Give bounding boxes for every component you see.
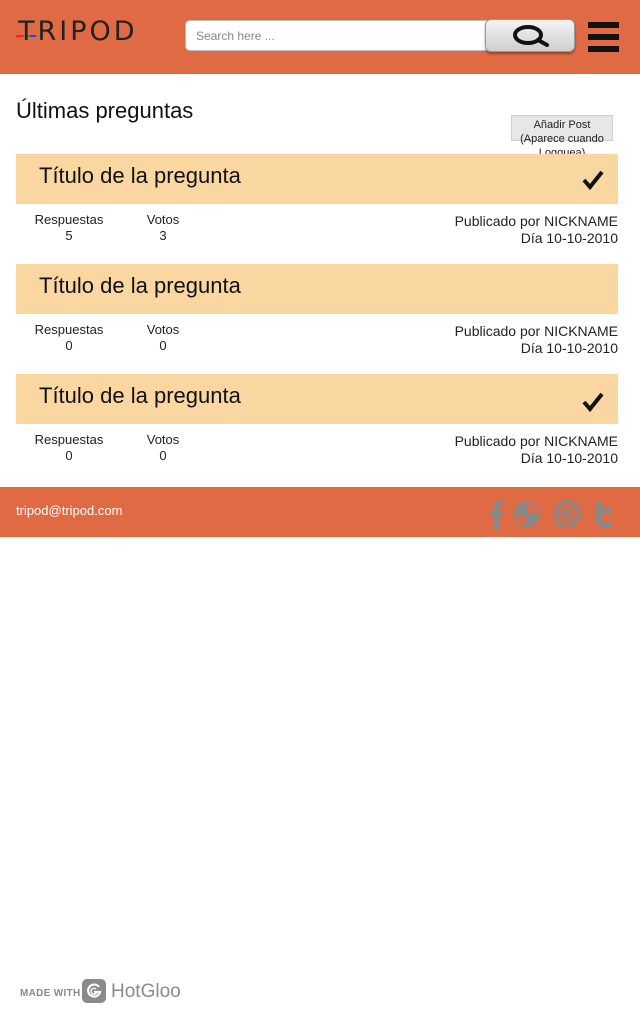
add-post-button[interactable]: Añadir Post (Aparece cuando Logguea) (511, 115, 613, 159)
facebook-icon[interactable] (489, 499, 505, 529)
logo-text: TRIPOD (18, 16, 138, 47)
footer: tripod@tripod.com (0, 487, 640, 537)
made-with-text: MADE WITH (20, 988, 81, 999)
votes-label: Votos (146, 212, 180, 227)
post-date: Día 10-10-2010 (520, 450, 618, 466)
made-with-hotgloo-badge[interactable]: MADE WITH HotGloo (20, 978, 181, 1006)
answers-count: 0 (65, 338, 73, 353)
question-header[interactable]: Título de la pregunta (16, 374, 618, 424)
hotgloo-logo-icon (82, 979, 106, 1003)
votes-count: 0 (159, 338, 167, 353)
votes-count: 0 (159, 448, 167, 463)
votes-stat: Votos 3 (142, 212, 184, 244)
header: TRIPOD (0, 0, 640, 74)
votes-label: Votos (146, 322, 180, 337)
answers-label: Respuestas (34, 212, 104, 227)
dribbble-icon[interactable] (553, 500, 581, 528)
posted-by: Publicado por NICKNAME (454, 433, 618, 449)
search-button[interactable] (485, 19, 575, 52)
answers-count: 0 (65, 448, 73, 463)
search-icon (513, 25, 549, 47)
answers-label: Respuestas (34, 432, 104, 447)
picasa-icon[interactable] (513, 500, 541, 528)
votes-count: 3 (159, 228, 167, 243)
question-title[interactable]: Título de la pregunta (39, 383, 241, 409)
hotgloo-brand: HotGloo (111, 981, 181, 1002)
question-meta: Respuestas 0 Votos 0 Publicado por NICKN… (16, 432, 618, 472)
post-date: Día 10-10-2010 (520, 340, 618, 356)
question-meta: Respuestas 0 Votos 0 Publicado por NICKN… (16, 322, 618, 362)
tumblr-icon[interactable] (592, 500, 614, 528)
search-input[interactable] (185, 20, 487, 51)
page-title: Últimas preguntas (16, 98, 194, 123)
post-info: Publicado por NICKNAME Día 10-10-2010 (455, 213, 618, 247)
checkmark-icon (582, 392, 604, 412)
question-title[interactable]: Título de la pregunta (39, 163, 241, 189)
question-title[interactable]: Título de la pregunta (39, 273, 241, 299)
question-meta: Respuestas 5 Votos 3 Publicado por NICKN… (16, 212, 618, 252)
answers-count: 5 (65, 228, 73, 243)
question-header[interactable]: Título de la pregunta (16, 154, 618, 204)
post-info: Publicado por NICKNAME Día 10-10-2010 (455, 323, 618, 357)
tripod-logo[interactable]: TRIPOD (16, 16, 142, 54)
checkmark-icon (582, 170, 604, 190)
votes-stat: Votos 0 (142, 432, 184, 464)
answers-stat: Respuestas 5 (32, 212, 106, 244)
posted-by: Publicado por NICKNAME (454, 213, 618, 229)
footer-email-link[interactable]: tripod@tripod.com (16, 503, 122, 518)
answers-stat: Respuestas 0 (32, 322, 106, 354)
votes-stat: Votos 0 (142, 322, 184, 354)
post-info: Publicado por NICKNAME Día 10-10-2010 (455, 433, 618, 467)
posted-by: Publicado por NICKNAME (454, 323, 618, 339)
answers-label: Respuestas (34, 322, 104, 337)
question-header[interactable]: Título de la pregunta (16, 264, 618, 314)
answers-stat: Respuestas 0 (32, 432, 106, 464)
hamburger-menu-icon[interactable] (588, 22, 619, 52)
votes-label: Votos (146, 432, 180, 447)
post-date: Día 10-10-2010 (520, 230, 618, 246)
